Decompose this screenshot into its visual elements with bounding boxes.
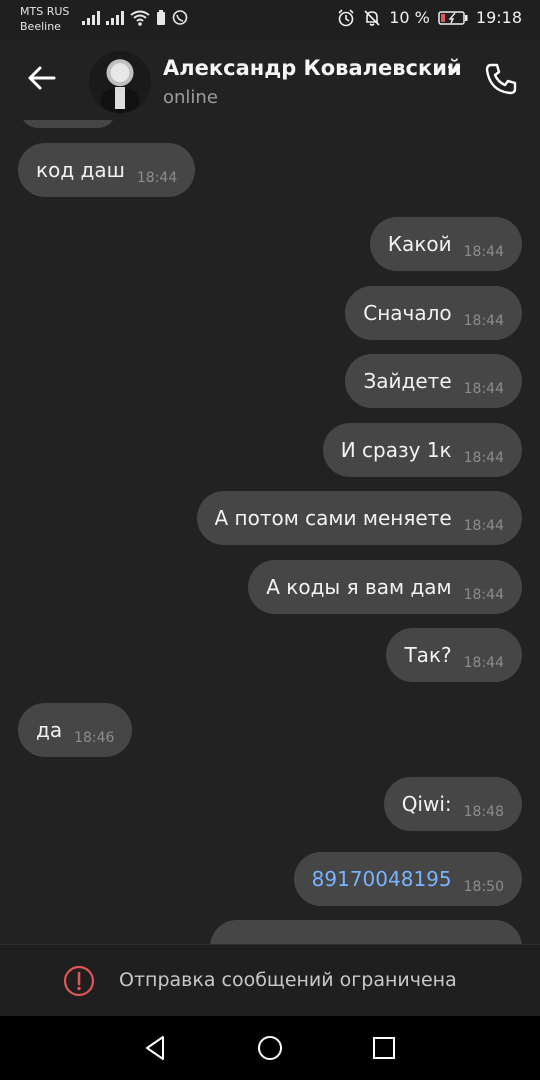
message-time: 18:46 xyxy=(74,730,115,746)
message-text: А коды я вам дам xyxy=(266,575,452,599)
status-bar: MTS RUS Beeline 10 % 19:18 xyxy=(0,0,540,40)
partial-bubble xyxy=(20,120,116,128)
message-text: код даш xyxy=(36,158,125,182)
message-text: Так? xyxy=(404,643,452,667)
message-text: Сначало xyxy=(363,301,452,325)
mute-icon xyxy=(364,9,380,26)
message-bubble[interactable]: 89170048195 18:50 xyxy=(293,852,522,906)
message-time: 18:44 xyxy=(463,518,504,534)
viber-icon xyxy=(172,10,188,25)
message-time: 18:44 xyxy=(463,655,504,671)
message-bubble[interactable]: А коды я вам дам 18:44 xyxy=(248,560,522,614)
phone-link[interactable]: 89170048195 xyxy=(312,867,452,891)
carrier-name-2: Beeline xyxy=(20,20,61,33)
message-time: 18:44 xyxy=(463,450,504,466)
message-text: Какой xyxy=(387,232,452,256)
message-bubble[interactable]: код даш 18:44 xyxy=(18,143,196,197)
message-bubble[interactable]: Какой 18:44 xyxy=(369,217,522,271)
navigation-bar xyxy=(0,1016,540,1080)
chevron-down-icon[interactable] xyxy=(446,62,462,78)
message-bubble[interactable]: Г xyxy=(210,920,522,944)
contact-status: online xyxy=(163,87,218,108)
carrier-info: MTS RUS Beeline xyxy=(20,4,69,34)
alarm-icon xyxy=(338,8,354,26)
message-time: 18:44 xyxy=(463,381,504,397)
message-time: 18:44 xyxy=(463,313,504,329)
signal-icon xyxy=(82,11,100,25)
message-bubble[interactable]: И сразу 1к 18:44 xyxy=(322,423,522,477)
nav-recents-icon[interactable] xyxy=(370,1034,398,1062)
message-bubble[interactable]: Так? 18:44 xyxy=(386,628,522,682)
message-bubble[interactable]: Qiwi: 18:48 xyxy=(383,777,522,831)
message-time: 18:50 xyxy=(463,879,504,895)
message-text: Qiwi: xyxy=(401,792,452,816)
arrow-left-icon[interactable] xyxy=(24,60,60,96)
restriction-text: Отправка сообщений ограничена xyxy=(119,969,457,991)
message-list[interactable]: код даш 18:44 Какой 18:44 Сначало 18:44 … xyxy=(0,120,540,944)
message-time: 18:44 xyxy=(463,587,504,603)
chat-header: Александр Ковалевский online xyxy=(0,40,540,120)
message-time: 18:44 xyxy=(136,170,178,186)
message-text: И сразу 1к xyxy=(340,438,452,462)
avatar[interactable] xyxy=(89,51,151,113)
carrier-name-1: MTS RUS xyxy=(20,5,70,18)
nav-back-icon[interactable] xyxy=(142,1034,170,1062)
message-text: А потом сами меняете xyxy=(214,506,452,530)
message-bubble[interactable]: Сначало 18:44 xyxy=(345,286,522,340)
message-bubble[interactable]: да 18:46 xyxy=(18,703,133,757)
contact-name[interactable]: Александр Ковалевский xyxy=(163,56,462,80)
restriction-banner: Отправка сообщений ограничена xyxy=(0,944,540,1016)
message-text: Зайдете xyxy=(363,369,452,393)
message-time: 18:44 xyxy=(463,244,504,260)
battery-percent: 10 % xyxy=(389,8,430,27)
status-icons-right: 10 % 19:18 xyxy=(337,8,522,27)
message-time: 18:48 xyxy=(463,804,504,820)
battery-saver-icon xyxy=(157,10,165,25)
nav-home-icon[interactable] xyxy=(256,1034,284,1062)
status-icons-left xyxy=(82,10,188,26)
phone-icon[interactable] xyxy=(482,60,520,98)
message-bubble[interactable]: А потом сами меняете 18:44 xyxy=(196,491,522,545)
battery-icon xyxy=(438,10,468,25)
avatar-shirt xyxy=(115,87,125,109)
signal-icon xyxy=(106,11,124,25)
wifi-icon xyxy=(130,10,150,26)
message-bubble[interactable]: Зайдете 18:44 xyxy=(345,354,522,408)
message-text: да xyxy=(36,718,63,742)
clock: 19:18 xyxy=(475,8,522,27)
alert-icon xyxy=(63,965,95,997)
